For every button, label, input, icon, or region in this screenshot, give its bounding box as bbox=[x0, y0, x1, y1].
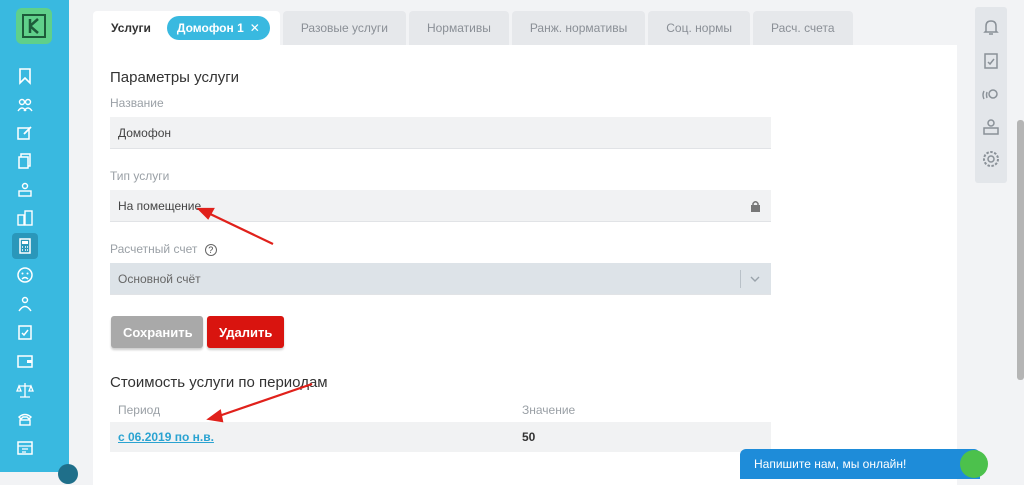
table-row: с 06.2019 по н.в. 50 bbox=[110, 422, 771, 452]
calculator-icon bbox=[19, 238, 31, 254]
tab-accounts[interactable]: Расч. счета bbox=[753, 11, 853, 45]
group-icon bbox=[18, 296, 32, 312]
sidebar-item-users[interactable] bbox=[12, 92, 38, 118]
chat-widget[interactable]: Напишите нам, мы онлайн! bbox=[740, 449, 980, 479]
scales-icon bbox=[16, 383, 34, 398]
edit-icon bbox=[17, 126, 32, 140]
account-select[interactable]: Основной счёт bbox=[110, 263, 771, 295]
account-value: Основной счёт bbox=[118, 271, 201, 286]
name-label: Название bbox=[110, 96, 164, 110]
operator-icon[interactable] bbox=[981, 117, 1001, 137]
tab-social-norms[interactable]: Соц. нормы bbox=[648, 11, 750, 45]
periods-table-header: Период Значение bbox=[110, 401, 771, 421]
periods-title: Стоимость услуги по периодам bbox=[110, 374, 328, 391]
users-icon bbox=[17, 98, 33, 112]
scrollbar[interactable] bbox=[1017, 120, 1024, 380]
sidebar-item-operator[interactable] bbox=[12, 177, 38, 203]
tab-label: Ранж. нормативы bbox=[529, 21, 628, 35]
chat-label: Напишите нам, мы онлайн! bbox=[754, 457, 907, 471]
delete-button[interactable]: Удалить bbox=[207, 316, 284, 348]
sidebar-item-feedback[interactable] bbox=[12, 262, 38, 288]
service-type-field: На помещение bbox=[110, 190, 771, 222]
service-type-label: Тип услуги bbox=[110, 169, 170, 183]
bookmark-icon bbox=[19, 68, 31, 85]
tab-label: Разовые услуги bbox=[300, 21, 388, 35]
sidebar bbox=[0, 0, 78, 484]
sidebar-item-checklist[interactable] bbox=[12, 319, 38, 345]
operator-icon bbox=[18, 182, 32, 197]
logo-k-icon bbox=[22, 14, 46, 38]
col-period-header: Период bbox=[118, 403, 161, 417]
broadcast-icon[interactable] bbox=[981, 85, 1001, 105]
chevron-down-icon[interactable] bbox=[750, 276, 760, 283]
service-chip[interactable]: Домофон 1 ✕ bbox=[166, 16, 270, 40]
sidebar-item-bookmark[interactable] bbox=[12, 63, 38, 89]
period-link[interactable]: с 06.2019 по н.в. bbox=[118, 430, 214, 444]
sidebar-item-buildings[interactable] bbox=[12, 205, 38, 231]
chat-status-dot bbox=[960, 450, 988, 478]
name-value: Домофон bbox=[118, 125, 172, 140]
col-value-header: Значение bbox=[522, 403, 576, 417]
account-label: Расчетный счет ? bbox=[110, 242, 217, 256]
save-button[interactable]: Сохранить bbox=[111, 316, 203, 348]
service-type-value: На помещение bbox=[118, 198, 202, 213]
section-title: Параметры услуги bbox=[110, 69, 240, 86]
sidebar-item-registry[interactable] bbox=[12, 435, 38, 461]
checklist-icon bbox=[18, 325, 32, 340]
close-icon[interactable]: ✕ bbox=[250, 21, 260, 35]
sidebar-item-wallet[interactable] bbox=[12, 348, 38, 374]
tab-label: Расч. счета bbox=[771, 21, 835, 35]
documents-icon bbox=[18, 153, 31, 169]
help-icon[interactable]: ? bbox=[204, 243, 217, 256]
period-value: 50 bbox=[522, 430, 536, 444]
tab-norms[interactable]: Нормативы bbox=[408, 11, 509, 45]
tab-label: Соц. нормы bbox=[666, 21, 732, 35]
buildings-icon bbox=[17, 210, 33, 226]
tab-services[interactable]: Услуги Домофон 1 ✕ bbox=[93, 11, 280, 45]
phone-icon bbox=[17, 413, 33, 426]
wallet-icon bbox=[17, 355, 33, 368]
tab-services-label: Услуги bbox=[111, 21, 151, 35]
tab-label: Нормативы bbox=[426, 21, 491, 35]
name-field[interactable]: Домофон bbox=[110, 117, 771, 149]
checklist-icon[interactable] bbox=[981, 51, 1001, 71]
service-chip-label: Домофон 1 bbox=[176, 21, 244, 35]
sidebar-item-documents[interactable] bbox=[12, 148, 38, 174]
bell-icon[interactable] bbox=[981, 17, 1001, 37]
right-toolbar bbox=[975, 7, 1007, 183]
sad-face-icon bbox=[17, 267, 33, 283]
tab-ranged-norms[interactable]: Ранж. нормативы bbox=[511, 11, 646, 45]
sidebar-item-phone[interactable] bbox=[12, 406, 38, 432]
tab-bar: Услуги Домофон 1 ✕ Разовые услуги Нормат… bbox=[93, 11, 856, 45]
sidebar-item-calculator[interactable] bbox=[12, 233, 38, 259]
gear-icon[interactable] bbox=[981, 149, 1001, 169]
app-logo[interactable] bbox=[16, 8, 52, 44]
sidebar-item-scales[interactable] bbox=[12, 377, 38, 403]
registry-icon bbox=[17, 441, 33, 455]
tab-one-time-services[interactable]: Разовые услуги bbox=[282, 11, 406, 45]
service-panel: Параметры услуги Название Домофон Тип ус… bbox=[93, 45, 957, 485]
account-label-text: Расчетный счет bbox=[110, 242, 198, 256]
select-divider bbox=[740, 270, 741, 288]
sidebar-item-edit[interactable] bbox=[12, 120, 38, 146]
sidebar-collapse-handle[interactable] bbox=[58, 464, 78, 484]
sidebar-item-group[interactable] bbox=[12, 291, 38, 317]
lock-icon bbox=[751, 201, 760, 212]
